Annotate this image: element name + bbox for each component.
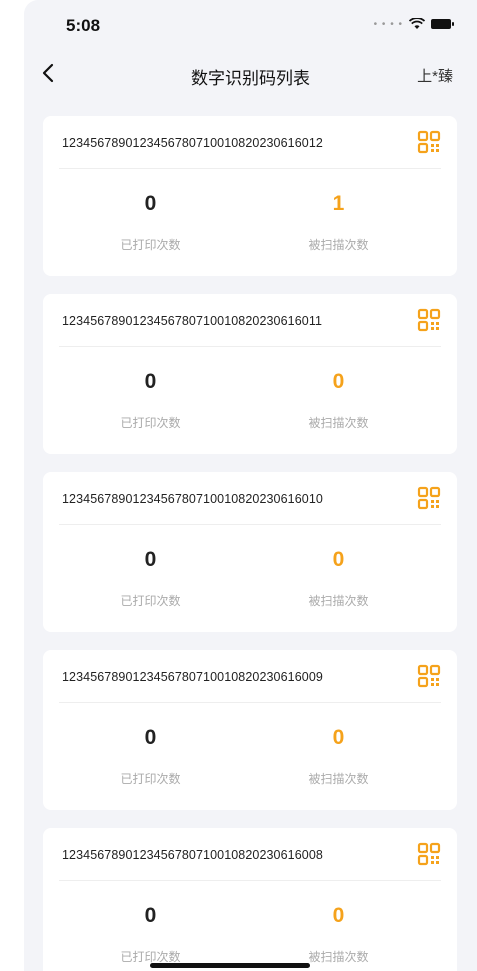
printed-stat: 0 已打印次数	[47, 368, 254, 431]
divider	[59, 880, 441, 881]
scanned-stat: 0 被扫描次数	[235, 546, 442, 609]
printed-count: 0	[144, 548, 157, 571]
status-icons: • • • •	[373, 18, 454, 30]
printed-label: 已打印次数	[120, 416, 181, 430]
scanned-count: 0	[332, 548, 345, 571]
printed-label: 已打印次数	[120, 238, 181, 252]
divider	[59, 346, 441, 347]
scanned-stat: 1 被扫描次数	[235, 190, 442, 253]
scanned-label: 被扫描次数	[308, 772, 369, 786]
code-list: 1234567890123456780710010820230616012 0 …	[43, 116, 457, 971]
divider	[59, 702, 441, 703]
user-name[interactable]: 上*臻	[417, 65, 453, 86]
scanned-label: 被扫描次数	[308, 594, 369, 608]
printed-count: 0	[144, 726, 157, 749]
scanned-label: 被扫描次数	[308, 238, 369, 252]
code-value: 1234567890123456780710010820230616008	[62, 848, 323, 862]
printed-count: 0	[144, 192, 157, 215]
battery-icon	[431, 19, 454, 29]
printed-stat: 0 已打印次数	[47, 190, 254, 253]
qr-code-icon[interactable]	[417, 664, 441, 688]
code-card[interactable]: 1234567890123456780710010820230616009 0 …	[43, 650, 457, 810]
printed-count: 0	[144, 370, 157, 393]
code-card[interactable]: 1234567890123456780710010820230616011 0 …	[43, 294, 457, 454]
signal-icon: • • • •	[373, 18, 403, 30]
printed-stat: 0 已打印次数	[47, 902, 254, 965]
scanned-count: 1	[332, 192, 345, 215]
printed-stat: 0 已打印次数	[47, 724, 254, 787]
home-indicator[interactable]	[150, 963, 310, 968]
qr-code-icon[interactable]	[417, 842, 441, 866]
scanned-stat: 0 被扫描次数	[235, 724, 442, 787]
code-value: 1234567890123456780710010820230616012	[62, 136, 323, 150]
status-time: 5:08	[66, 16, 101, 35]
code-value: 1234567890123456780710010820230616010	[62, 492, 323, 506]
code-value: 1234567890123456780710010820230616011	[62, 314, 322, 328]
printed-label: 已打印次数	[120, 594, 181, 608]
scanned-count: 0	[332, 904, 345, 927]
code-card[interactable]: 1234567890123456780710010820230616010 0 …	[43, 472, 457, 632]
divider	[59, 168, 441, 169]
status-bar: 5:08 • • • •	[24, 0, 477, 44]
wifi-icon	[409, 18, 425, 29]
app-screen: 5:08 • • • • 数字识别码列表 上*臻 123456789012345…	[24, 0, 477, 971]
printed-label: 已打印次数	[120, 772, 181, 786]
divider	[59, 524, 441, 525]
code-value: 1234567890123456780710010820230616009	[62, 670, 323, 684]
scanned-count: 0	[332, 370, 345, 393]
printed-count: 0	[144, 904, 157, 927]
scanned-label: 被扫描次数	[308, 416, 369, 430]
scanned-stat: 0 被扫描次数	[235, 902, 442, 965]
page-title: 数字识别码列表	[191, 69, 310, 88]
nav-bar: 数字识别码列表 上*臻	[24, 44, 477, 110]
code-card[interactable]: 1234567890123456780710010820230616008 0 …	[43, 828, 457, 971]
qr-code-icon[interactable]	[417, 130, 441, 154]
qr-code-icon[interactable]	[417, 308, 441, 332]
printed-stat: 0 已打印次数	[47, 546, 254, 609]
scanned-stat: 0 被扫描次数	[235, 368, 442, 431]
scanned-count: 0	[332, 726, 345, 749]
code-card[interactable]: 1234567890123456780710010820230616012 0 …	[43, 116, 457, 276]
qr-code-icon[interactable]	[417, 486, 441, 510]
